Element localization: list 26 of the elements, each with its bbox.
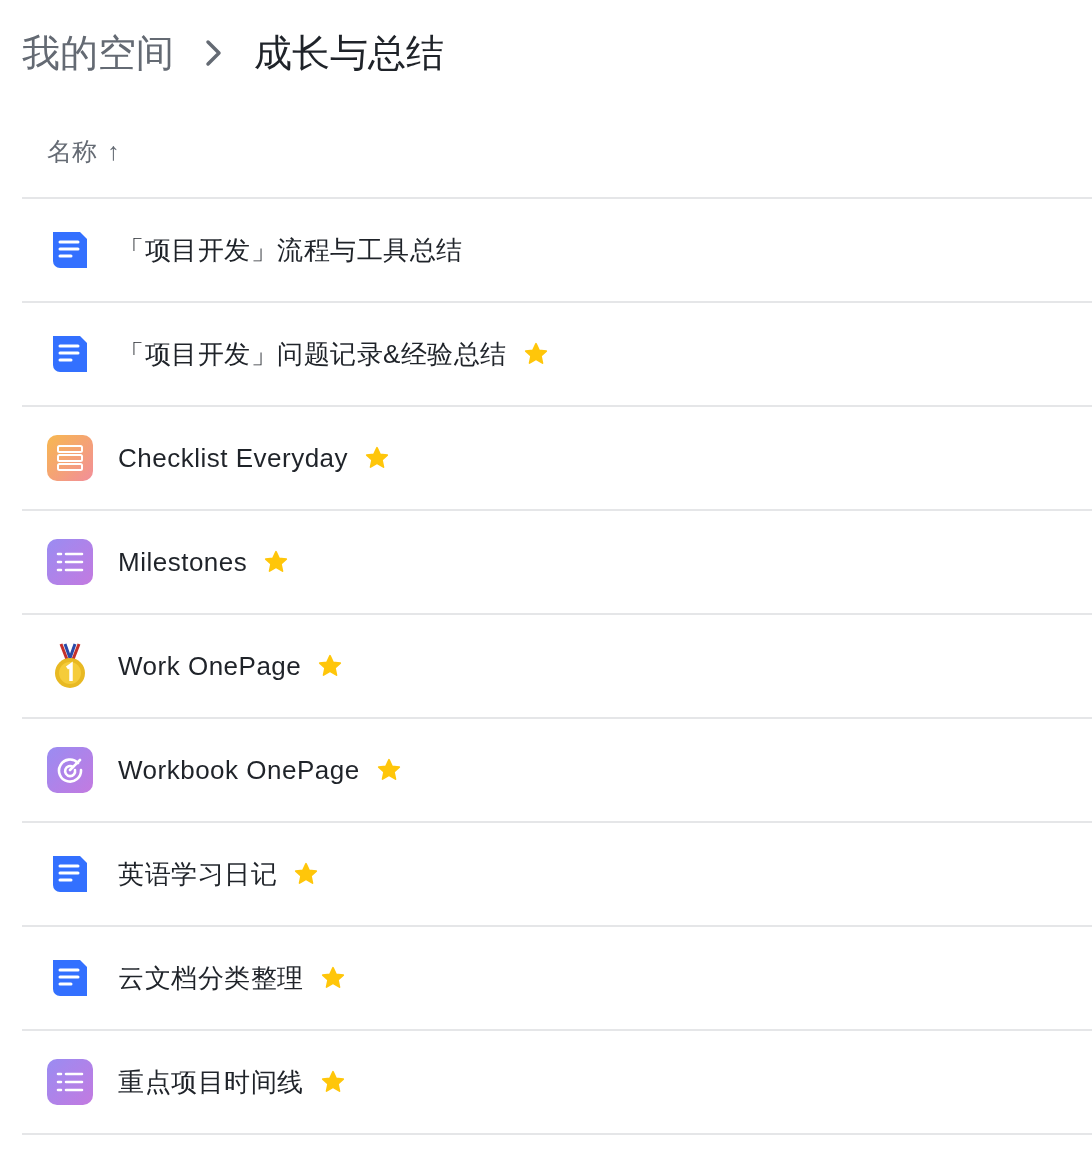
star-icon[interactable] xyxy=(317,653,344,679)
file-name-link[interactable]: 重点项目时间线 xyxy=(118,1062,304,1102)
file-name-link[interactable]: 云文档分类整理 xyxy=(118,958,304,998)
sort-arrow[interactable]: ↑ xyxy=(107,132,120,171)
file-name-link[interactable]: 「项目开发」问题记录&经验总结 xyxy=(118,334,507,374)
list-icon xyxy=(46,1058,94,1106)
file-name-link[interactable]: 英语学习日记 xyxy=(118,854,277,894)
breadcrumb-current: 成长与总结 xyxy=(254,34,444,72)
star-icon[interactable] xyxy=(319,1069,346,1095)
star-icon[interactable] xyxy=(364,445,391,471)
breadcrumb-link[interactable]: 我的空间 xyxy=(22,34,174,72)
star-icon[interactable] xyxy=(319,965,346,991)
file-name-link[interactable]: Workbook OnePage xyxy=(118,750,360,790)
target-icon xyxy=(46,746,94,794)
star-icon[interactable] xyxy=(293,861,319,887)
file-name-link[interactable]: Milestones xyxy=(118,542,248,582)
file-name-link[interactable]: Work OnePage xyxy=(118,646,302,686)
file-name-link[interactable]: 「项目开发」流程与工具总结 xyxy=(118,230,463,270)
star-icon[interactable] xyxy=(375,757,402,783)
list-icon xyxy=(46,538,94,586)
file-name-link[interactable]: Checklist Everyday xyxy=(118,438,349,478)
star-icon[interactable] xyxy=(522,341,549,367)
star-icon[interactable] xyxy=(263,549,290,575)
stacked-rows-icon xyxy=(46,434,94,482)
chevron-right-icon xyxy=(204,39,224,67)
column-header[interactable]: 名称 xyxy=(47,132,97,171)
